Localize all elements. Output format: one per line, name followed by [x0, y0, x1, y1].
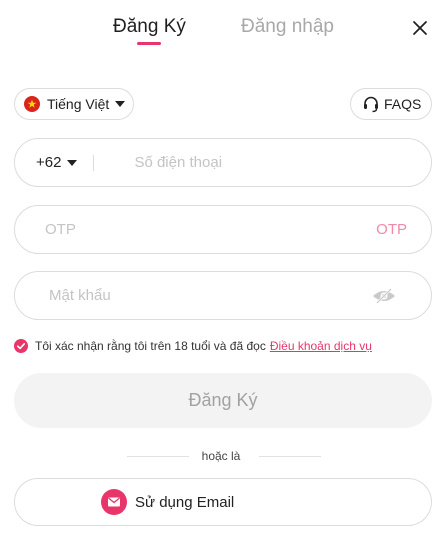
agreement-text: Tôi xác nhận rằng tôi trên 18 tuổi và đã…: [35, 339, 266, 353]
tab-register[interactable]: Đăng Ký: [113, 16, 186, 38]
password-field: [14, 271, 432, 320]
language-select[interactable]: Tiếng Việt: [14, 88, 134, 120]
field-divider: [93, 154, 95, 171]
mail-icon: [101, 489, 127, 515]
register-button[interactable]: Đăng Ký: [14, 373, 432, 428]
tab-login[interactable]: Đăng nhập: [241, 16, 334, 38]
terms-of-service-link[interactable]: Điều khoản dịch vụ: [270, 339, 372, 353]
language-label: Tiếng Việt: [47, 96, 110, 112]
separator-text: hoặc là: [201, 449, 241, 463]
headset-icon: [364, 96, 378, 113]
or-separator: hoặc là: [0, 449, 442, 465]
phone-input[interactable]: [134, 154, 385, 171]
otp-field: OTP: [14, 205, 432, 254]
phone-field: +62: [14, 138, 432, 187]
auth-tabs: Đăng Ký Đăng nhập: [0, 0, 442, 60]
caret-down-icon: [115, 101, 126, 107]
caret-down-icon: [67, 159, 78, 166]
send-otp-link[interactable]: OTP: [376, 221, 407, 238]
vietnam-flag-icon: [24, 96, 40, 112]
use-email-button[interactable]: Sử dụng Email: [14, 478, 432, 526]
eye-hidden-icon[interactable]: [372, 287, 396, 305]
active-tab-indicator: [137, 42, 161, 45]
password-input[interactable]: [49, 287, 349, 304]
otp-input[interactable]: [45, 221, 345, 238]
faqs-button[interactable]: FAQS: [350, 88, 432, 120]
faqs-label: FAQS: [384, 96, 422, 112]
country-code-label: +62: [36, 154, 62, 171]
separator-line: [259, 456, 321, 457]
country-code-select[interactable]: +62: [15, 154, 78, 171]
checkbox-checked-icon[interactable]: [14, 339, 28, 353]
close-icon[interactable]: [410, 18, 430, 38]
terms-agreement: Tôi xác nhận rằng tôi trên 18 tuổi và đã…: [14, 339, 372, 353]
use-email-label: Sử dụng Email: [135, 493, 235, 511]
